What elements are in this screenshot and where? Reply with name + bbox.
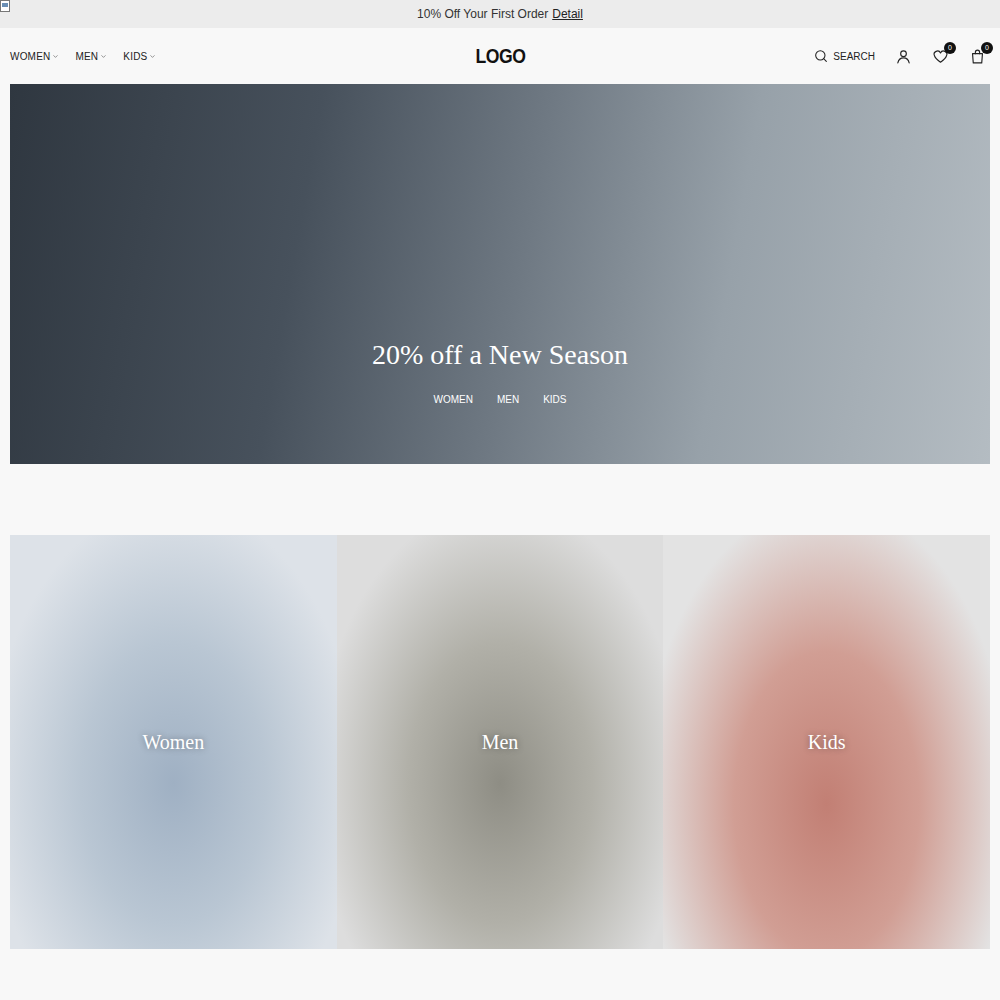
nav-label: KIDS [123,49,147,64]
cart-count-badge: 0 [981,42,993,54]
chevron-down-icon [149,53,156,60]
chevron-down-icon [100,53,107,60]
wishlist-count-badge: 0 [944,42,956,54]
search-icon [813,48,829,64]
category-label: Women [142,727,204,757]
account-button[interactable] [895,48,912,65]
hero-link[interactable]: KIDS [543,392,566,407]
logo[interactable]: LOGO [475,41,525,71]
announcement-text: 10% Off Your First Order [417,5,548,23]
nav-item[interactable]: MEN [75,49,107,64]
search-button[interactable]: SEARCH [813,48,875,64]
nav-item[interactable]: KIDS [123,49,156,64]
category-column: Men [337,535,664,949]
wishlist-button[interactable]: 0 [932,48,949,65]
hero-links: WOMEN MEN KIDS [10,388,990,407]
hero-title: 20% off a New Season [10,338,990,372]
hero-link[interactable]: WOMEN [433,392,472,407]
chevron-down-icon [52,53,59,60]
category-column: Kids [663,535,990,949]
category-tile[interactable]: Kids [663,535,990,949]
site-header: WOMENMENKIDS LOGO SEARCH00 [0,28,1000,84]
nav-label: WOMEN [10,49,50,64]
cart-button[interactable]: 0 [969,48,986,65]
announcement-link[interactable]: Detail [552,5,583,23]
header-actions: SEARCH 0 0 [528,48,990,65]
category-label: Kids [808,727,846,757]
category-label: Men [482,727,519,757]
nav-item[interactable]: WOMEN [10,49,59,64]
hero-banner[interactable]: 20% off a New Season WOMEN MEN KIDS [10,84,990,464]
category-tile[interactable]: Women [10,535,337,949]
search-label: SEARCH [833,49,875,64]
category-column: Women [10,535,337,949]
hero-link[interactable]: MEN [497,392,519,407]
nav-label: MEN [75,49,98,64]
user-icon [895,48,912,65]
main-menu: WOMEN MEN KIDS [10,49,472,64]
announcement-bar: 10% Off Your First OrderDetail [0,0,1000,28]
category-tile[interactable]: Men [337,535,664,949]
broken-image-icon [0,0,10,12]
category-grid: Women Men Kids [10,535,990,949]
